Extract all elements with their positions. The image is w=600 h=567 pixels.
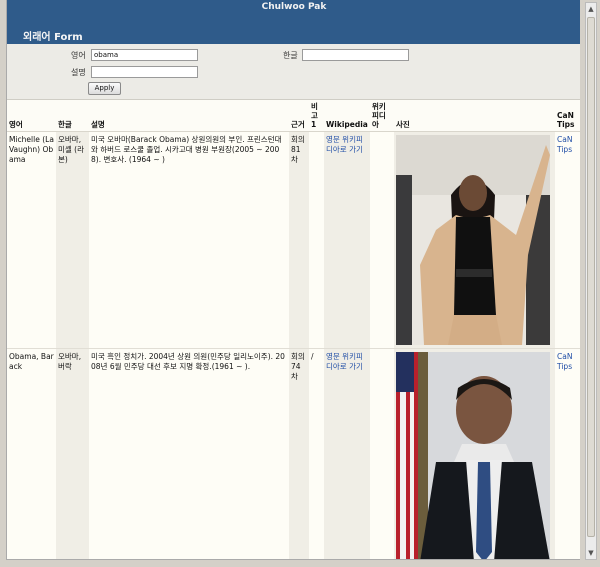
korean-input[interactable] xyxy=(302,49,409,61)
wikipedia-link[interactable]: 영문 위키피디아로 가기 xyxy=(326,135,363,154)
cell-wikipedia: 영문 위키피디아로 가기 xyxy=(324,348,370,559)
cell-description: 미국 흑인 정치가. 2004년 상원 의원(민주당 일리노이주). 2008년… xyxy=(89,348,289,559)
header-wikipedia[interactable]: Wikipedia xyxy=(324,100,370,132)
cell-english: Obama, Barack xyxy=(7,348,56,559)
can-tips-link[interactable]: CaN Tips xyxy=(557,135,572,154)
browser-frame: Chulwoo Pak 외래어 Form 영어 obama 한글 설명 Appl… xyxy=(0,0,600,567)
cell-description: 미국 오바마(Barack Obama) 상원의원의 부인. 프린스턴대와 하버… xyxy=(89,131,289,349)
filter-form: 영어 obama 한글 설명 Apply xyxy=(7,44,580,100)
description-label: 설명 xyxy=(71,68,86,77)
scroll-thumb[interactable] xyxy=(587,17,595,537)
header-korean[interactable]: 한글 xyxy=(56,100,89,132)
cell-tips: CaN Tips xyxy=(555,348,580,559)
vertical-scrollbar[interactable]: ▲ ▼ xyxy=(585,2,597,560)
cell-korean: 오바마, 미셸 (라본) xyxy=(56,131,89,349)
cell-basis: 회의81차 xyxy=(289,131,309,349)
english-label: 영어 xyxy=(71,51,86,60)
cell-remarks: / xyxy=(309,348,324,559)
barack-obama-photo xyxy=(396,352,550,559)
page: Chulwoo Pak 외래어 Form 영어 obama 한글 설명 Appl… xyxy=(6,0,580,560)
form-title: 외래어 Form xyxy=(23,32,83,43)
site-title: Chulwoo Pak xyxy=(261,2,327,12)
results-table: 영어 한글 설명 근거 비고1 Wikipedia 위키피디아 사진 CaN T… xyxy=(7,100,580,559)
cell-english: Michelle (La Vaughn) Obama xyxy=(7,131,56,349)
michelle-obama-photo xyxy=(396,135,550,345)
header-tips[interactable]: CaN Tips xyxy=(555,100,580,132)
table-row: Obama, Barack 오바마, 버락 미국 흑인 정치가. 2004년 상… xyxy=(7,348,580,559)
korean-label: 한글 xyxy=(283,51,298,60)
apply-button[interactable]: Apply xyxy=(88,82,121,95)
header-english[interactable]: 영어 xyxy=(7,100,56,132)
english-input[interactable]: obama xyxy=(91,49,198,61)
wikipedia-link[interactable]: 영문 위키피디아로 가기 xyxy=(326,352,363,371)
cell-remarks xyxy=(309,131,324,349)
cell-basis: 회의74차 xyxy=(289,348,309,559)
table-header-row: 영어 한글 설명 근거 비고1 Wikipedia 위키피디아 사진 CaN T… xyxy=(7,100,580,132)
cell-korean: 오바마, 버락 xyxy=(56,348,89,559)
table-row: Michelle (La Vaughn) Obama 오바마, 미셸 (라본) … xyxy=(7,131,580,349)
scroll-down-icon[interactable]: ▼ xyxy=(586,547,596,559)
description-input[interactable] xyxy=(91,66,198,78)
cell-photo xyxy=(394,131,555,349)
header-description[interactable]: 설명 xyxy=(89,100,289,132)
header-photo[interactable]: 사진 xyxy=(394,100,555,132)
cell-tips: CaN Tips xyxy=(555,131,580,349)
scroll-up-icon[interactable]: ▲ xyxy=(586,3,596,15)
cell-wiki-korean xyxy=(370,348,394,559)
header-wiki-korean[interactable]: 위키피디아 xyxy=(370,100,394,132)
header-basis[interactable]: 근거 xyxy=(289,100,309,132)
page-header: Chulwoo Pak 외래어 Form xyxy=(7,0,580,44)
cell-photo xyxy=(394,348,555,559)
cell-wiki-korean xyxy=(370,131,394,349)
cell-wikipedia: 영문 위키피디아로 가기 xyxy=(324,131,370,349)
can-tips-link[interactable]: CaN Tips xyxy=(557,352,572,371)
header-remarks[interactable]: 비고1 xyxy=(309,100,324,132)
